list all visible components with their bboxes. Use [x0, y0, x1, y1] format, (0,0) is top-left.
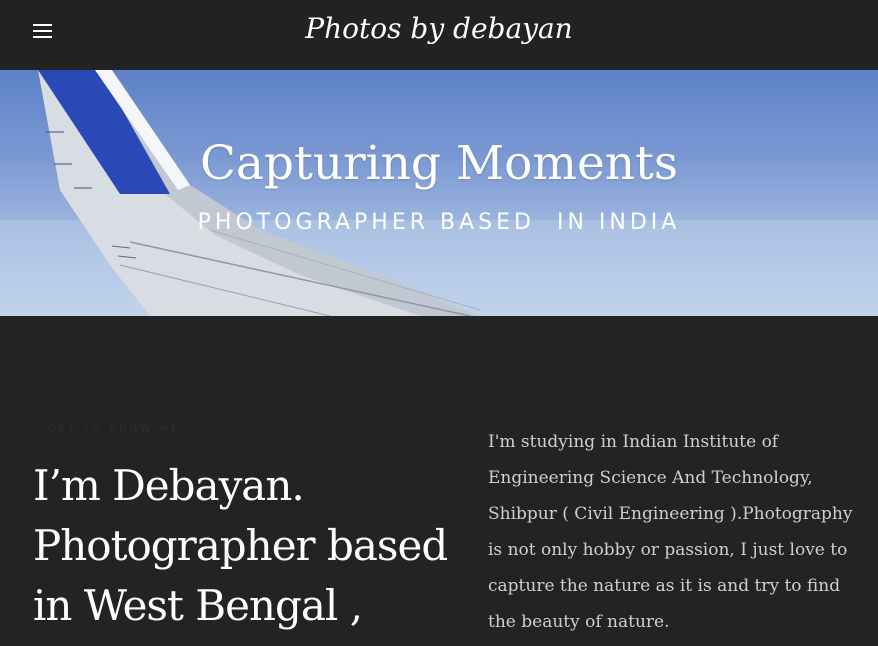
intro-heading: I’m Debayan. Photographer based in West …	[33, 461, 448, 630]
page: Photos by debayan Capturing Moments PHOT…	[0, 0, 878, 646]
section-eyebrow: GET TO KNOW ME	[48, 424, 181, 435]
hero-banner: Capturing Moments PHOTOGRAPHER BASED IN …	[0, 70, 878, 316]
airplane-wing-image	[0, 70, 878, 316]
hero-title: Capturing Moments	[199, 136, 679, 191]
site-header: Photos by debayan	[0, 0, 878, 62]
hero-subtitle: PHOTOGRAPHER BASED IN INDIA	[197, 210, 681, 235]
about-description: I'm studying in Indian Institute of Engi…	[488, 432, 853, 632]
site-title[interactable]: Photos by debayan	[0, 12, 878, 45]
